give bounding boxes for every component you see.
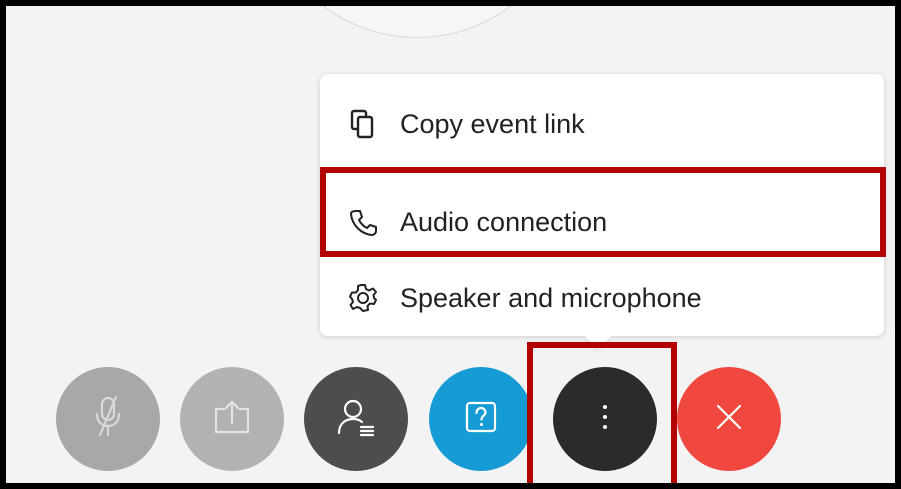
menu-item-label: Copy event link <box>400 108 585 139</box>
gear-icon <box>348 283 378 313</box>
highlight-audio-connection <box>320 167 886 257</box>
participants-icon <box>336 397 376 442</box>
qa-button[interactable] <box>429 367 533 471</box>
share-button[interactable] <box>180 367 284 471</box>
mute-button[interactable] <box>56 367 160 471</box>
video-preview-circle <box>261 6 573 38</box>
question-icon <box>464 400 498 439</box>
menu-item-label: Speaker and microphone <box>400 282 702 313</box>
screenshot-frame: Copy event link Audio connection Speaker… <box>0 0 901 489</box>
close-icon <box>714 402 744 437</box>
copy-icon <box>348 109 378 139</box>
share-icon <box>212 399 252 440</box>
microphone-muted-icon <box>93 395 123 444</box>
participants-button[interactable] <box>304 367 408 471</box>
highlight-more-options <box>527 342 677 483</box>
leave-event-button[interactable] <box>677 367 781 471</box>
menu-item-copy-event-link[interactable]: Copy event link <box>320 96 884 152</box>
menu-item-speaker-and-microphone[interactable]: Speaker and microphone <box>320 270 884 326</box>
